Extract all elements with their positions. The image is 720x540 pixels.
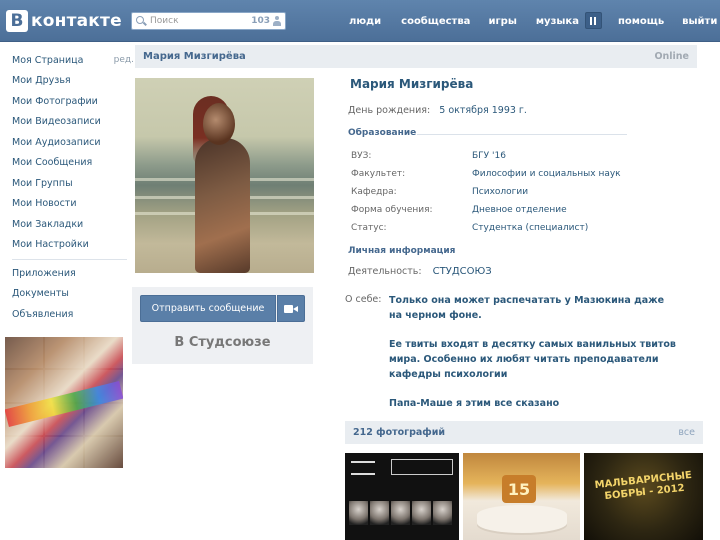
sidebar-item-label: Мои Группы	[12, 177, 73, 189]
sidebar-item-groups[interactable]: Мои Группы	[12, 173, 130, 194]
edu-value[interactable]: БГУ '16	[472, 151, 506, 161]
sidebar-item-label: Документы	[12, 288, 69, 300]
edu-label: Кафедра:	[351, 187, 397, 197]
sidebar-item-label: Мои Сообщения	[12, 157, 93, 169]
photos-header[interactable]: 212 фотографий все	[345, 421, 703, 444]
search-placeholder: Поиск	[150, 16, 179, 26]
personal-info-title: Личная информация	[348, 246, 456, 256]
about-label: О себе:	[345, 294, 382, 305]
full-name: Мария Мизгирёва	[350, 77, 474, 91]
sidebar-item-friends[interactable]: Мои Друзья	[12, 71, 130, 92]
nav-games[interactable]: игры	[488, 16, 516, 27]
sidebar-item-label: Мои Фотографии	[12, 95, 98, 107]
header-name: Мария Мизгирёва	[143, 51, 246, 62]
photo-thumbnail[interactable]: 15	[463, 453, 580, 540]
nav-logout[interactable]: выйти	[682, 16, 717, 27]
photos-all-link[interactable]: все	[678, 427, 695, 438]
sidebar-item-videos[interactable]: Мои Видеозаписи	[12, 112, 130, 133]
search-icon	[136, 16, 146, 26]
pause-icon[interactable]	[584, 12, 602, 29]
poster-faces	[349, 501, 452, 525]
sidebar-item-label: Мои Аудиозаписи	[12, 136, 101, 148]
nav-people[interactable]: люди	[349, 16, 381, 27]
photo-thumbnail[interactable]: МАЛЬВАРИСНЫЕ БОБРЫ - 2012	[584, 453, 703, 540]
sidebar-item-documents[interactable]: Документы	[12, 284, 130, 305]
cake-candle-15: 15	[502, 475, 536, 503]
poster-date	[351, 461, 375, 475]
figure-body	[195, 138, 250, 273]
about-paragraph: Только она может распечатать у Мазюкина …	[389, 295, 665, 321]
edu-label: ВУЗ:	[351, 151, 372, 161]
poster-title-box	[391, 459, 453, 475]
sidebar-item-label: Мои Настройки	[12, 239, 89, 251]
birthday-row: День рождения: 5 октября 1993 г.	[348, 105, 527, 116]
left-sidebar: Моя Страница ред. Мои Друзья Мои Фотогра…	[12, 50, 134, 325]
search-input[interactable]: Поиск 103	[131, 12, 286, 30]
sidebar-item-apps[interactable]: Приложения	[12, 263, 130, 284]
nav-help[interactable]: помощь	[618, 16, 664, 27]
sidebar-item-my-page[interactable]: Моя Страница ред.	[12, 50, 134, 71]
edit-link[interactable]: ред.	[114, 55, 134, 65]
activity-label: Деятельность:	[348, 266, 422, 277]
sidebar-item-label: Мои Друзья	[12, 75, 71, 87]
nav-music[interactable]: музыка	[536, 16, 579, 27]
nav-communities[interactable]: сообщества	[401, 16, 470, 27]
sidebar-item-photos[interactable]: Мои Фотографии	[12, 91, 130, 112]
sidebar-item-ads[interactable]: Объявления	[12, 304, 130, 325]
sidebar-item-audio[interactable]: Мои Аудиозаписи	[12, 132, 130, 153]
top-nav: люди сообщества игры музыка помощь выйти	[349, 12, 717, 29]
online-status: Online	[654, 51, 689, 62]
sidebar-item-label: Приложения	[12, 267, 76, 279]
profile-avatar[interactable]	[135, 78, 314, 273]
section-divider	[417, 134, 627, 135]
group-membership[interactable]: В Студсоюзе	[132, 335, 313, 350]
birthday-label: День рождения:	[348, 105, 431, 116]
edu-value[interactable]: Дневное отделение	[472, 205, 567, 215]
profile-info: Мария Мизгирёва День рождения: 5 октября…	[345, 72, 705, 417]
about-text: Только она может распечатать у Мазюкина …	[389, 293, 679, 425]
edu-label: Форма обучения:	[351, 205, 433, 215]
search-count: 103	[251, 16, 270, 26]
photo-caption: МАЛЬВАРИСНЫЕ БОБРЫ - 2012	[594, 469, 693, 503]
sidebar-item-messages[interactable]: Мои Сообщения	[12, 153, 130, 174]
profile-header: Мария Мизгирёва Online	[135, 45, 697, 68]
sidebar-item-settings[interactable]: Мои Настройки	[12, 235, 130, 256]
figure-head	[203, 103, 235, 145]
top-bar: В контакте Поиск 103 люди сообщества игр…	[0, 0, 720, 42]
education-title: Образование	[348, 128, 417, 138]
sidebar-item-label: Объявления	[12, 308, 74, 320]
birthday-value[interactable]: 5 октября 1993 г.	[439, 105, 527, 116]
photos-title[interactable]: 212 фотографий	[353, 427, 445, 438]
logo-text: контакте	[31, 11, 122, 31]
send-message-button[interactable]: Отправить сообщение	[140, 295, 276, 322]
edu-label: Факультет:	[351, 169, 406, 179]
sidebar-item-label: Мои Видеозаписи	[12, 116, 101, 128]
video-call-button[interactable]	[277, 295, 305, 322]
sidebar-item-news[interactable]: Мои Новости	[12, 194, 130, 215]
cake	[477, 505, 567, 533]
activity-value[interactable]: СТУДСОЮЗ	[433, 266, 492, 277]
edu-value[interactable]: Философии и социальных наук	[472, 169, 621, 179]
edu-label: Статус:	[351, 223, 387, 233]
action-box: Отправить сообщение В Студсоюзе	[132, 287, 313, 364]
sidebar-item-label: Моя Страница	[12, 54, 84, 66]
about-paragraph: Ее твиты входят в десятку самых ванильны…	[389, 339, 676, 380]
sidebar-item-label: Мои Закладки	[12, 218, 84, 230]
vk-logo[interactable]: В контакте	[6, 10, 122, 32]
photo-thumbnail[interactable]	[345, 453, 459, 540]
activity-row: Деятельность: СТУДСОЮЗ	[348, 266, 492, 277]
edu-value[interactable]: Психологии	[472, 187, 528, 197]
about-paragraph: Папа-Маше я этим все сказано	[389, 398, 560, 409]
sidebar-item-label: Мои Новости	[12, 198, 77, 210]
sidebar-ad-image[interactable]	[5, 337, 123, 468]
user-icon	[273, 16, 281, 26]
logo-letter: В	[6, 10, 28, 32]
camera-icon	[284, 304, 298, 313]
sidebar-item-bookmarks[interactable]: Мои Закладки	[12, 214, 130, 235]
sidebar-divider	[12, 259, 127, 260]
edu-value[interactable]: Студентка (специалист)	[472, 223, 588, 233]
